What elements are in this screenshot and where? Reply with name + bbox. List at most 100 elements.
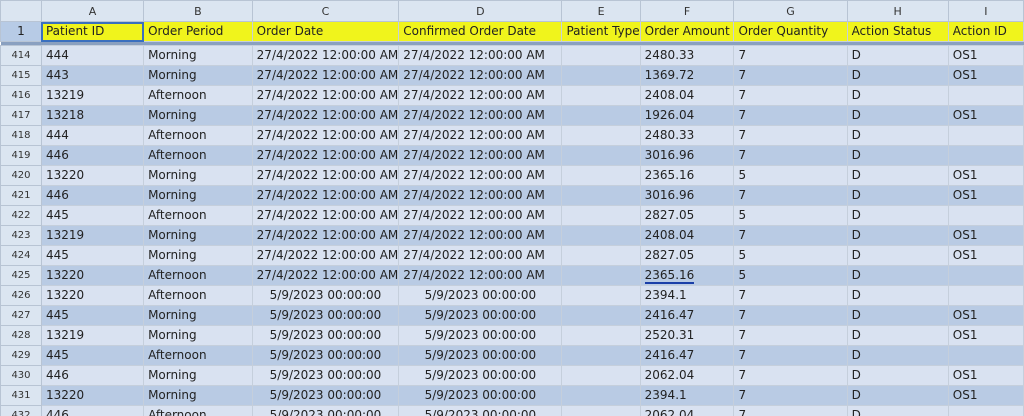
cell-e[interactable] [561,265,641,286]
cell-e[interactable] [561,205,641,226]
cell-e[interactable] [561,65,641,86]
cell-g[interactable]: 7 [733,65,848,86]
cell-i[interactable]: OS1 [947,245,1024,266]
cell-a[interactable]: 13219 [40,325,145,346]
cell-i[interactable]: OS1 [947,45,1024,66]
cell-d[interactable]: 5/9/2023 00:00:00 [398,285,563,306]
cell-d[interactable]: 27/4/2022 12:00:00 AM [398,225,563,246]
cell-f[interactable]: 2062.04 [639,405,735,416]
cell-c[interactable]: 27/4/2022 12:00:00 AM [251,225,400,246]
header-cell-f[interactable]: Order Amount [639,21,735,42]
cell-g[interactable]: 7 [733,125,848,146]
cell-e[interactable] [561,245,641,266]
cell-h[interactable]: D [846,245,949,266]
cell-b[interactable]: Morning [143,245,253,266]
cell-a[interactable]: 444 [40,45,145,66]
cell-h[interactable]: D [846,185,949,206]
cell-f[interactable]: 2827.05 [639,205,735,226]
row-number[interactable]: 431 [0,385,42,406]
cell-i[interactable] [947,265,1024,286]
cell-f[interactable]: 1369.72 [639,65,735,86]
column-heading-d[interactable]: D [398,0,563,22]
cell-c[interactable]: 27/4/2022 12:00:00 AM [251,105,400,126]
cell-g[interactable]: 7 [733,405,848,416]
row-number[interactable]: 420 [0,165,42,186]
cell-e[interactable] [561,145,641,166]
cell-h[interactable]: D [846,265,949,286]
cell-f[interactable]: 2365.16 [639,165,735,186]
cell-h[interactable]: D [846,325,949,346]
cell-i[interactable]: OS1 [947,325,1024,346]
cell-b[interactable]: Morning [143,165,253,186]
cell-e[interactable] [561,85,641,106]
cell-g[interactable]: 7 [733,85,848,106]
cell-c[interactable]: 5/9/2023 00:00:00 [251,385,400,406]
cell-f[interactable]: 2408.04 [639,85,735,106]
header-cell-h[interactable]: Action Status [846,21,949,42]
cell-b[interactable]: Afternoon [143,125,253,146]
cell-f[interactable]: 2062.04 [639,365,735,386]
select-all-corner[interactable] [0,0,42,22]
cell-h[interactable]: D [846,65,949,86]
column-heading-b[interactable]: B [143,0,253,22]
cell-i[interactable] [947,145,1024,166]
cell-a[interactable]: 446 [40,365,145,386]
cell-d[interactable]: 5/9/2023 00:00:00 [398,405,563,416]
cell-c[interactable]: 27/4/2022 12:00:00 AM [251,245,400,266]
cell-a[interactable]: 13218 [40,105,145,126]
row-number[interactable]: 416 [0,85,42,106]
cell-c[interactable]: 5/9/2023 00:00:00 [251,365,400,386]
row-number[interactable]: 427 [0,305,42,326]
cell-d[interactable]: 5/9/2023 00:00:00 [398,325,563,346]
cell-a[interactable]: 445 [40,205,145,226]
cell-a[interactable]: 13220 [40,265,145,286]
cell-g[interactable]: 7 [733,345,848,366]
cell-h[interactable]: D [846,385,949,406]
cell-b[interactable]: Morning [143,185,253,206]
cell-f[interactable]: 2827.05 [639,245,735,266]
cell-e[interactable] [561,325,641,346]
cell-i[interactable] [947,405,1024,416]
cell-c[interactable]: 5/9/2023 00:00:00 [251,405,400,416]
cell-g[interactable]: 7 [733,145,848,166]
cell-f[interactable]: 2480.33 [639,45,735,66]
cell-d[interactable]: 5/9/2023 00:00:00 [398,345,563,366]
cell-b[interactable]: Morning [143,305,253,326]
row-number[interactable]: 428 [0,325,42,346]
cell-h[interactable]: D [846,405,949,416]
cell-e[interactable] [561,365,641,386]
cell-a[interactable]: 446 [40,405,145,416]
cell-b[interactable]: Afternoon [143,205,253,226]
row-number[interactable]: 426 [0,285,42,306]
header-cell-e[interactable]: Patient Type [561,21,641,42]
column-heading-a[interactable]: A [40,0,145,22]
cell-c[interactable]: 27/4/2022 12:00:00 AM [251,145,400,166]
cell-h[interactable]: D [846,285,949,306]
cell-g[interactable]: 7 [733,325,848,346]
column-heading-g[interactable]: G [733,0,848,22]
cell-b[interactable]: Afternoon [143,145,253,166]
cell-g[interactable]: 7 [733,385,848,406]
cell-e[interactable] [561,165,641,186]
cell-h[interactable]: D [846,145,949,166]
cell-b[interactable]: Morning [143,105,253,126]
cell-a[interactable]: 443 [40,65,145,86]
row-number[interactable]: 421 [0,185,42,206]
cell-f[interactable]: 2365.16 [639,265,735,286]
cell-f[interactable]: 2408.04 [639,225,735,246]
row-number[interactable]: 423 [0,225,42,246]
cell-f[interactable]: 3016.96 [639,145,735,166]
cell-d[interactable]: 27/4/2022 12:00:00 AM [398,105,563,126]
cell-e[interactable] [561,125,641,146]
cell-c[interactable]: 27/4/2022 12:00:00 AM [251,85,400,106]
cell-c[interactable]: 27/4/2022 12:00:00 AM [251,265,400,286]
cell-g[interactable]: 7 [733,305,848,326]
cell-b[interactable]: Afternoon [143,285,253,306]
header-cell-b[interactable]: Order Period [143,21,253,42]
cell-g[interactable]: 5 [733,165,848,186]
cell-e[interactable] [561,45,641,66]
cell-g[interactable]: 7 [733,225,848,246]
cell-f[interactable]: 2480.33 [639,125,735,146]
cell-e[interactable] [561,285,641,306]
cell-i[interactable]: OS1 [947,225,1024,246]
